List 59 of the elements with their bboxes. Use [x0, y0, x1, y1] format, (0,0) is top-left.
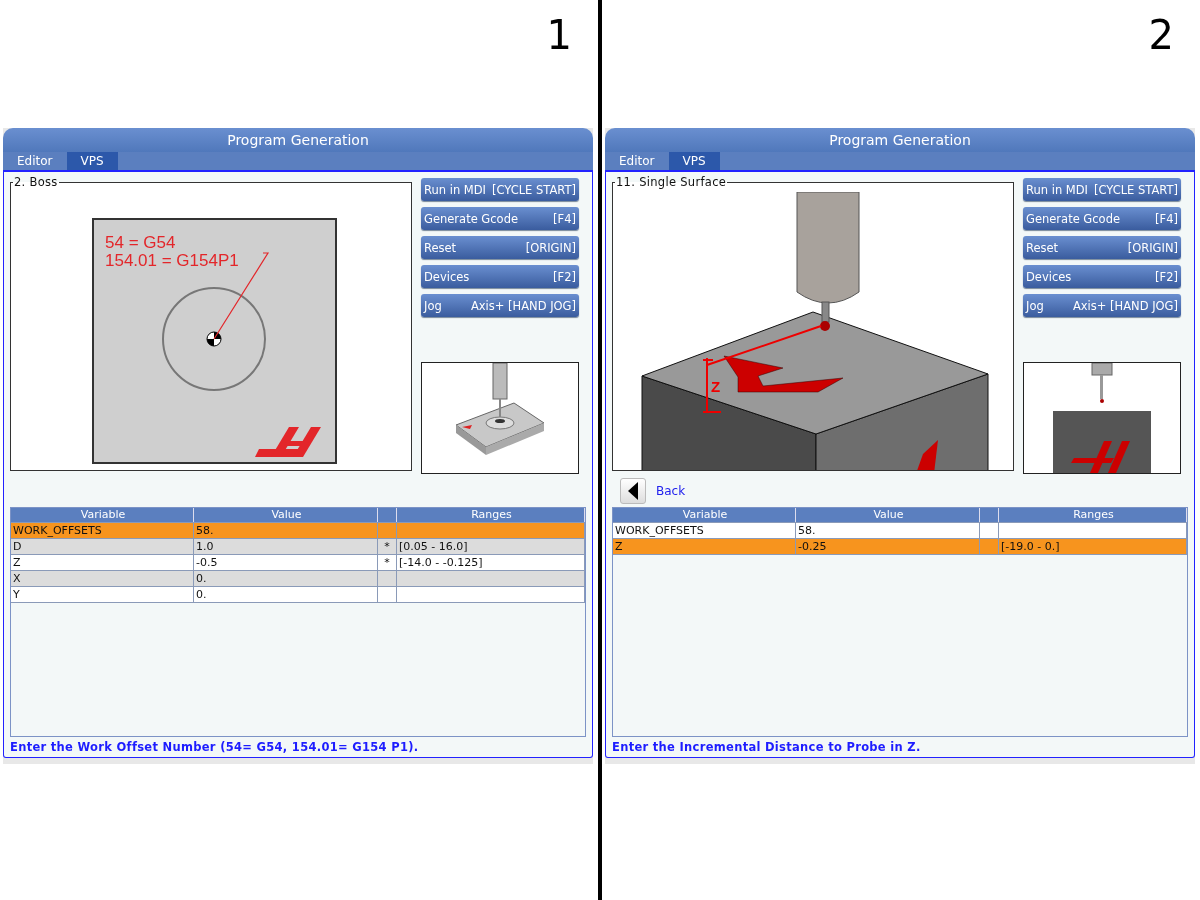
table-cell: [-19.0 - 0.]	[1001, 540, 1060, 553]
table-cell: Y	[11, 587, 194, 602]
table-cell: 1.0	[194, 539, 378, 554]
table-cell: 0.	[194, 587, 378, 602]
command-button[interactable]: Run in MDI [CYCLE START]	[1023, 178, 1181, 201]
table-cell: Z	[613, 539, 796, 554]
back-link[interactable]: Back	[656, 483, 686, 498]
dimension-label: Z	[711, 378, 721, 395]
window-title: Program Generation	[605, 128, 1195, 152]
command-button[interactable]: Devices [F2]	[421, 265, 579, 288]
table-row[interactable]: WORK_OFFSETS 58.	[613, 523, 1187, 539]
table-cell: D	[11, 539, 194, 554]
column-header: Variable	[11, 508, 194, 522]
table-cell: [0.05 - 16.0]	[399, 540, 468, 553]
column-header: Ranges	[999, 508, 1187, 522]
tab[interactable]: VPS	[66, 152, 118, 170]
figure-label: 154.01 = G154P1	[105, 251, 239, 270]
panel-number: 1	[546, 11, 572, 60]
command-button[interactable]: Run in MDI [CYCLE START]	[421, 178, 579, 201]
window-title: Program Generation	[3, 128, 593, 152]
tab[interactable]: VPS	[668, 152, 720, 170]
required-mark: *	[384, 540, 390, 553]
table-row[interactable]: X 0.	[11, 571, 585, 587]
table-row[interactable]: Z -0.25 [-19.0 - 0.]	[613, 539, 1187, 555]
command-button[interactable]: Devices [F2]	[1023, 265, 1181, 288]
column-header: Ranges	[397, 508, 585, 522]
figure-label: 54 = G54	[105, 233, 176, 252]
table-cell: Z	[11, 555, 194, 570]
figure-title: 2. Boss	[13, 177, 59, 188]
origin-mark-icon	[206, 331, 222, 347]
table-cell: WORK_OFFSETS	[613, 523, 796, 538]
table-cell: 58.	[796, 523, 980, 538]
column-header: Value	[796, 508, 980, 522]
table-row[interactable]: Z -0.5 * [-14.0 - -0.125]	[11, 555, 585, 571]
column-header: Variable	[613, 508, 796, 522]
command-button[interactable]: Jog Axis+ [HAND JOG]	[421, 294, 579, 317]
left-triangle-icon	[628, 481, 638, 500]
back-button[interactable]	[620, 477, 646, 504]
table-cell: 0.	[194, 571, 378, 586]
table-row[interactable]: Y 0.	[11, 587, 585, 603]
figure-title: 11. Single Surface	[615, 177, 728, 188]
command-button[interactable]: Reset [ORIGIN]	[421, 236, 579, 259]
table-cell: X	[11, 571, 194, 586]
command-button[interactable]: Generate Gcode [F4]	[1023, 207, 1181, 230]
panel-number: 2	[1148, 11, 1174, 60]
table-cell: WORK_OFFSETS	[11, 523, 194, 538]
column-header: Value	[194, 508, 378, 522]
table-cell: -0.25	[796, 539, 980, 554]
status-message: Enter the Work Offset Number (54= G54, 154.01= G154 P1).	[10, 739, 420, 756]
table-cell: -0.5	[194, 555, 378, 570]
status-message: Enter the Incremental Distance to Probe in Z.	[612, 739, 922, 756]
required-mark: *	[384, 556, 390, 569]
command-button[interactable]: Reset [ORIGIN]	[1023, 236, 1181, 259]
table-cell: 58.	[194, 523, 378, 538]
command-button[interactable]: Generate Gcode [F4]	[421, 207, 579, 230]
table-row[interactable]: D 1.0 * [0.05 - 16.0]	[11, 539, 585, 555]
command-button[interactable]: Jog Axis+ [HAND JOG]	[1023, 294, 1181, 317]
table-cell: [-14.0 - -0.125]	[399, 556, 483, 569]
table-row[interactable]: WORK_OFFSETS 58.	[11, 523, 585, 539]
